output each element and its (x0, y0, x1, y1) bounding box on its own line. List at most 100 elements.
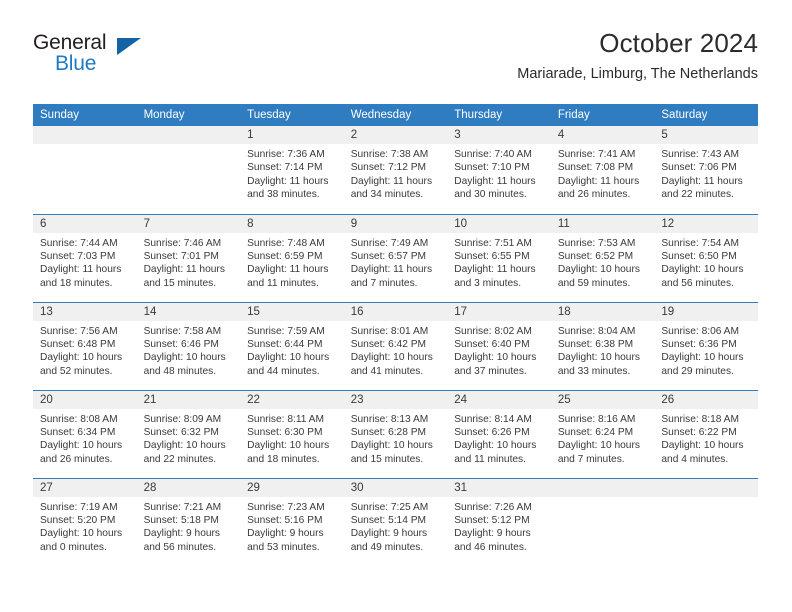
day-cell-3[interactable]: 3 Sunrise: 7:40 AM Sunset: 7:10 PM Daylight… (447, 126, 551, 214)
day-cell-21[interactable]: 21 Sunrise: 8:09 AM Sunset: 6:32 PM Dayligh… (136, 389, 241, 478)
day-detail-line: Sunset: 7:03 PM (40, 250, 116, 262)
day-cell-30[interactable]: 30 Sunrise: 7:25 AM Sunset: 5:14 PM Dayligh… (343, 477, 448, 566)
day-details: Sunrise: 8:13 AM Sunset: 6:28 PM Daylight:… (344, 409, 448, 467)
calendar-week-row: 27 Sunrise: 7:19 AM Sunset: 5:20 PM Dayligh… (33, 477, 758, 566)
day-detail-line: Daylight: 11 hours (143, 264, 225, 276)
day-detail-line: and 4 minutes. (661, 453, 729, 465)
day-detail-line: Sunset: 7:14 PM (247, 162, 323, 174)
day-detail-line: Sunset: 6:22 PM (661, 426, 737, 438)
day-details: Sunrise: 8:11 AM Sunset: 6:30 PM Daylight:… (240, 409, 344, 467)
calendar-week-row: 13 Sunrise: 7:56 AM Sunset: 6:48 PM Dayligh… (33, 301, 758, 390)
day-detail-line: Sunset: 6:36 PM (661, 338, 737, 350)
day-detail-line: Daylight: 9 hours (247, 528, 324, 540)
day-details: Sunrise: 7:26 AM Sunset: 5:12 PM Daylight:… (447, 497, 551, 555)
day-cell-5[interactable]: 5 Sunrise: 7:43 AM Sunset: 7:06 PM Daylight… (654, 126, 758, 214)
day-details (137, 144, 241, 148)
day-detail-line: Sunset: 6:46 PM (143, 338, 219, 350)
day-detail-line: Sunrise: 8:06 AM (661, 325, 739, 337)
day-cell-18[interactable]: 18 Sunrise: 8:04 AM Sunset: 6:38 PM Dayligh… (550, 301, 655, 390)
day-detail-line: and 56 minutes. (143, 541, 217, 553)
day-number: 25 (550, 390, 655, 409)
day-detail-line: Daylight: 11 hours (350, 264, 433, 276)
day-cell-17[interactable]: 17 Sunrise: 8:02 AM Sunset: 6:40 PM Dayligh… (447, 301, 551, 390)
day-cell-6[interactable]: 6 Sunrise: 7:44 AM Sunset: 7:03 PM Daylight… (33, 213, 137, 302)
day-cell-25[interactable]: 25 Sunrise: 8:16 AM Sunset: 6:24 PM Dayligh… (550, 389, 655, 478)
day-detail-line: Sunset: 5:18 PM (143, 514, 219, 526)
day-cell-16[interactable]: 16 Sunrise: 8:01 AM Sunset: 6:42 PM Dayligh… (343, 301, 448, 390)
day-number (136, 126, 241, 144)
day-details: Sunrise: 7:56 AM Sunset: 6:48 PM Daylight:… (33, 321, 137, 379)
day-number: 27 (33, 478, 137, 497)
day-cell-14[interactable]: 14 Sunrise: 7:58 AM Sunset: 6:46 PM Dayligh… (136, 301, 241, 390)
weekday-header-friday: Friday (550, 104, 655, 126)
day-detail-line: Sunset: 7:08 PM (557, 162, 634, 174)
day-detail-line: Sunset: 7:06 PM (661, 162, 737, 174)
day-cell-15[interactable]: 15 Sunrise: 7:59 AM Sunset: 6:44 PM Dayligh… (240, 301, 344, 390)
day-details: Sunrise: 8:06 AM Sunset: 6:36 PM Daylight:… (654, 321, 758, 379)
day-details: Sunrise: 7:36 AM Sunset: 7:14 PM Daylight:… (240, 144, 344, 202)
day-cell-31[interactable]: 31 Sunrise: 7:26 AM Sunset: 5:12 PM Dayligh… (447, 477, 551, 566)
day-detail-line: Daylight: 10 hours (40, 352, 123, 364)
day-detail-line: and 48 minutes. (143, 365, 217, 377)
day-detail-line: Sunrise: 7:56 AM (40, 325, 118, 337)
day-cell-29[interactable]: 29 Sunrise: 7:23 AM Sunset: 5:16 PM Dayligh… (240, 477, 344, 566)
day-number: 5 (654, 126, 758, 144)
day-details: Sunrise: 8:08 AM Sunset: 6:34 PM Daylight:… (33, 409, 137, 467)
day-detail-line: Daylight: 9 hours (454, 528, 531, 540)
day-cell-24[interactable]: 24 Sunrise: 8:14 AM Sunset: 6:26 PM Dayligh… (447, 389, 551, 478)
day-detail-line: Daylight: 10 hours (350, 440, 433, 452)
general-blue-logo: General Blue (33, 31, 193, 87)
day-cell-2[interactable]: 2 Sunrise: 7:38 AM Sunset: 7:12 PM Daylight… (343, 126, 448, 214)
day-cell-23[interactable]: 23 Sunrise: 8:13 AM Sunset: 6:28 PM Dayligh… (343, 389, 448, 478)
day-cell-1[interactable]: 1 Sunrise: 7:36 AM Sunset: 7:14 PM Daylight… (240, 126, 344, 214)
day-number: 23 (343, 390, 448, 409)
day-details: Sunrise: 7:46 AM Sunset: 7:01 PM Daylight:… (137, 233, 241, 291)
day-cell-7[interactable]: 7 Sunrise: 7:46 AM Sunset: 7:01 PM Daylight… (136, 213, 241, 302)
day-detail-line: Sunrise: 7:23 AM (247, 501, 325, 513)
day-detail-line: Sunset: 6:55 PM (454, 250, 530, 262)
day-detail-line: and 59 minutes. (557, 277, 631, 289)
day-cell-4[interactable]: 4 Sunrise: 7:41 AM Sunset: 7:08 PM Daylight… (550, 126, 655, 214)
day-details: Sunrise: 7:59 AM Sunset: 6:44 PM Daylight:… (240, 321, 344, 379)
day-cell-11[interactable]: 11 Sunrise: 7:53 AM Sunset: 6:52 PM Dayligh… (550, 213, 655, 302)
day-detail-line: Daylight: 11 hours (557, 175, 640, 187)
day-detail-line: Daylight: 10 hours (661, 440, 744, 452)
day-cell-22[interactable]: 22 Sunrise: 8:11 AM Sunset: 6:30 PM Dayligh… (240, 389, 344, 478)
day-detail-line: and 53 minutes. (247, 541, 320, 553)
day-cell-19[interactable]: 19 Sunrise: 8:06 AM Sunset: 6:36 PM Dayligh… (654, 301, 758, 390)
day-number: 26 (654, 390, 758, 409)
day-detail-line: Sunrise: 7:26 AM (454, 501, 532, 513)
day-detail-line: Sunset: 6:34 PM (40, 426, 116, 438)
day-cell-8[interactable]: 8 Sunrise: 7:48 AM Sunset: 6:59 PM Daylight… (240, 213, 344, 302)
day-details: Sunrise: 8:14 AM Sunset: 6:26 PM Daylight:… (447, 409, 551, 467)
day-cell-10[interactable]: 10 Sunrise: 7:51 AM Sunset: 6:55 PM Dayligh… (447, 213, 551, 302)
day-number: 18 (550, 302, 655, 321)
day-details: Sunrise: 7:38 AM Sunset: 7:12 PM Daylight:… (344, 144, 448, 202)
day-cell-12[interactable]: 12 Sunrise: 7:54 AM Sunset: 6:50 PM Dayligh… (654, 213, 758, 302)
day-detail-line: Sunset: 7:01 PM (143, 250, 219, 262)
day-detail-line: Sunset: 5:12 PM (454, 514, 530, 526)
calendar-week-row: 6 Sunrise: 7:44 AM Sunset: 7:03 PM Daylight… (33, 213, 758, 302)
day-number: 10 (447, 214, 551, 233)
day-number: 12 (654, 214, 758, 233)
day-cell-26[interactable]: 26 Sunrise: 8:18 AM Sunset: 6:22 PM Dayligh… (654, 389, 758, 478)
day-detail-line: Sunrise: 7:43 AM (661, 149, 739, 160)
day-cell-9[interactable]: 9 Sunrise: 7:49 AM Sunset: 6:57 PM Daylight… (343, 213, 448, 302)
day-details: Sunrise: 8:04 AM Sunset: 6:38 PM Daylight:… (551, 321, 655, 379)
day-details: Sunrise: 7:43 AM Sunset: 7:06 PM Daylight:… (654, 144, 758, 202)
logo-text-blue: Blue (55, 52, 97, 75)
day-detail-line: Daylight: 10 hours (350, 352, 433, 364)
day-details: Sunrise: 7:23 AM Sunset: 5:16 PM Daylight:… (240, 497, 344, 555)
day-detail-line: and 15 minutes. (350, 453, 424, 465)
day-cell-28[interactable]: 28 Sunrise: 7:21 AM Sunset: 5:18 PM Dayligh… (136, 477, 241, 566)
day-detail-line: Daylight: 10 hours (661, 264, 744, 276)
day-details: Sunrise: 8:16 AM Sunset: 6:24 PM Daylight:… (551, 409, 655, 467)
weekday-header-tuesday: Tuesday (240, 104, 344, 126)
day-details: Sunrise: 8:02 AM Sunset: 6:40 PM Daylight:… (447, 321, 551, 379)
day-cell-20[interactable]: 20 Sunrise: 8:08 AM Sunset: 6:34 PM Dayligh… (33, 389, 137, 478)
day-cell-27[interactable]: 27 Sunrise: 7:19 AM Sunset: 5:20 PM Dayligh… (33, 477, 137, 566)
day-cell-13[interactable]: 13 Sunrise: 7:56 AM Sunset: 6:48 PM Dayligh… (33, 301, 137, 390)
day-detail-line: Sunset: 6:32 PM (143, 426, 219, 438)
day-detail-line: and 18 minutes. (247, 453, 320, 465)
day-detail-line: Sunset: 6:28 PM (350, 426, 427, 438)
